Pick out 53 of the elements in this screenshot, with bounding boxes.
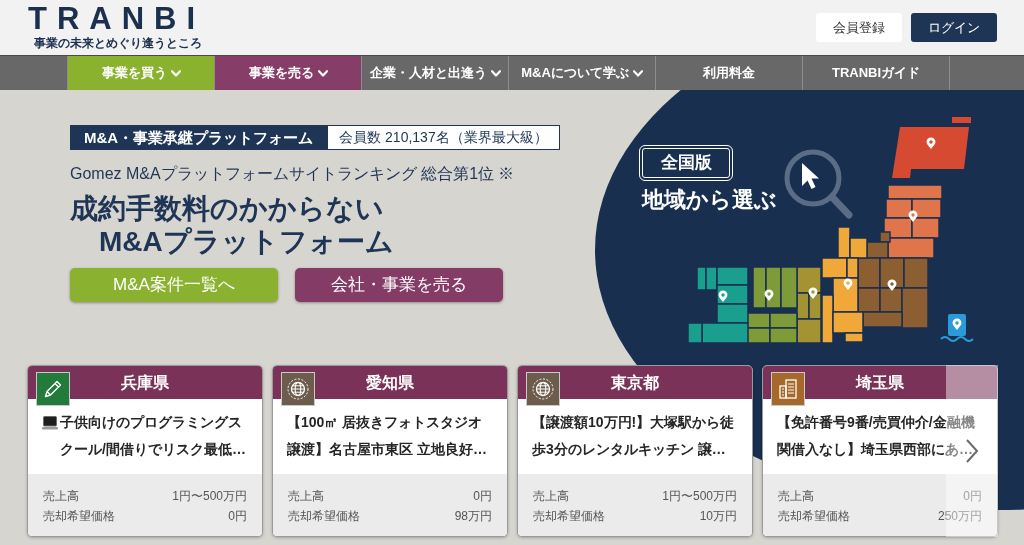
listing-title[interactable]: 【100㎡ 居抜きフォトスタジオ譲渡】名古屋市東区 立地良好… bbox=[287, 409, 493, 463]
listing-card[interactable]: 東京都 【譲渡額10万円!】大塚駅から徒歩3分のレンタルキッチン 譲… 売上高 1円〜500万円 売却希望価格 10万円 bbox=[517, 365, 753, 537]
map-pin-icon[interactable] bbox=[843, 278, 853, 290]
listing-title[interactable]: 【譲渡額10万円!】大塚駅から徒歩3分のレンタルキッチン 譲… bbox=[532, 409, 738, 463]
listing-title[interactable]: 子供向けのプログラミングスクール/間借りでリスク最低… bbox=[60, 409, 248, 463]
stat-value: 1円〜500万円 bbox=[172, 488, 247, 505]
prefecture-title: 愛知県 bbox=[366, 374, 414, 391]
logo-text[interactable]: TRANBI bbox=[28, 5, 206, 33]
stat-label: 売却希望価格 bbox=[778, 508, 850, 525]
stat-value: 10万円 bbox=[699, 508, 737, 525]
login-button[interactable]: ログイン bbox=[911, 13, 997, 42]
logo-tagline: 事業の未来とめぐり逢うところ bbox=[34, 36, 202, 50]
listing-card[interactable]: 愛知県 【100㎡ 居抜きフォトスタジオ譲渡】名古屋市東区 立地良好… 売上高 0円 売却希望価格 98万円 bbox=[272, 365, 508, 537]
stat-label: 売却希望価格 bbox=[43, 508, 115, 525]
stat-label: 売上高 bbox=[533, 488, 569, 505]
map-pin-icon[interactable] bbox=[908, 210, 918, 222]
globe-icon bbox=[281, 372, 315, 406]
stat-value: 98万円 bbox=[454, 508, 492, 525]
stat-value: 1円〜500万円 bbox=[662, 488, 737, 505]
pencil-icon bbox=[36, 372, 70, 406]
ranking-text: Gomez M&Aプラットフォームサイトランキング 総合第1位 ※ bbox=[70, 164, 515, 184]
building-icon bbox=[771, 372, 805, 406]
stat-label: 売上高 bbox=[288, 488, 324, 505]
map-pin-icon[interactable] bbox=[887, 279, 897, 291]
platform-badge: M&A・事業承継プラットフォーム bbox=[70, 125, 328, 150]
map-pin-icon[interactable] bbox=[764, 289, 774, 301]
member-count: 会員数 210,137名（業界最大級） bbox=[327, 125, 560, 150]
prefecture-title: 埼玉県 bbox=[856, 374, 904, 391]
stat-value: 0円 bbox=[473, 488, 492, 505]
headline-text: 成約手数料のかからない bbox=[70, 192, 384, 225]
stat-value: 250万円 bbox=[937, 508, 982, 525]
listing-card[interactable]: 埼玉県 【免許番号9番/売買仲介/金融機関借入なし】埼玉県西部にあ… 売上高 0円 売却希望価格 250万円 bbox=[762, 365, 998, 537]
stat-label: 売却希望価格 bbox=[288, 508, 360, 525]
signup-button[interactable]: 会員登録 bbox=[816, 13, 902, 42]
magnifier-cursor-icon bbox=[784, 149, 853, 219]
stat-label: 売上高 bbox=[778, 488, 814, 505]
nav-tab[interactable]: 事業を売る bbox=[215, 56, 362, 90]
stat-value: 0円 bbox=[228, 508, 247, 525]
map-region[interactable] bbox=[821, 226, 868, 344]
listing-title[interactable]: 【免許番号9番/売買仲介/金融機関借入なし】埼玉県西部にあ… bbox=[777, 409, 983, 463]
region-title[interactable]: 地域から選ぶ bbox=[642, 187, 777, 213]
edition-badge: 全国版 bbox=[642, 148, 730, 178]
stat-label: 売上高 bbox=[43, 488, 79, 505]
stat-label: 売却希望価格 bbox=[533, 508, 605, 525]
headline-text: M&Aプラットフォーム bbox=[99, 225, 394, 258]
stat-value: 0円 bbox=[963, 488, 982, 505]
map-region[interactable] bbox=[857, 231, 929, 329]
prefecture-title: 兵庫県 bbox=[121, 374, 169, 391]
hero-button[interactable]: 会社・事業を売る bbox=[295, 268, 503, 302]
prefecture-title: 東京都 bbox=[611, 374, 659, 391]
listing-card[interactable]: 兵庫県 子供向けのプログラミングスクール/間借りでリスク最低… 売上高 1円〜500万円 売却希望価格 0円 bbox=[27, 365, 263, 537]
map-pin-icon[interactable] bbox=[808, 287, 818, 299]
globe-icon bbox=[526, 372, 560, 406]
